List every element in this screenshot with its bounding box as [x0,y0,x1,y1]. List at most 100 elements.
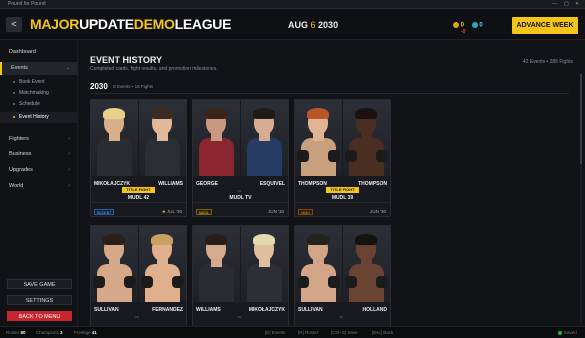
divider [91,202,186,203]
sidebar-item-label: Business [9,151,32,157]
event-card[interactable]: GEORGE vs ESQUIVEL MUDL TV MUDL JUN '30 [192,99,289,217]
status-prestige: Prestige 41 [74,327,97,338]
event-date: JUN '30 [370,209,386,215]
chevron-right-icon: › [68,151,70,157]
fight-photo [91,100,186,176]
sidebar-subitem-book-event[interactable]: Book Event [0,77,78,88]
fighter-one-name: SULLIVAN [94,307,119,313]
advance-week-button[interactable]: ADVANCE WEEK [512,17,578,34]
event-card[interactable]: MIKOŁAJCZYKvsWILLIAMSTITLE FIGHTMUDL 42R… [90,99,187,217]
title-fight-badge: TITLE FIGHT [326,187,359,193]
event-status-badge: MUDL [196,209,212,215]
sidebar-item-world[interactable]: World › [0,180,78,193]
event-status-badge: HIGH [298,209,313,215]
roster-label: Roster [6,330,20,335]
chevron-down-icon: ⌄ [65,65,70,71]
shortcut-back: [Esc] Back [372,330,394,335]
shortcut-roster: [R] Roster [298,330,319,335]
event-card[interactable]: SULLIVAN vs FERNANDEZ [90,225,187,338]
brand-major: MAJOR [30,16,80,32]
saved-dot-icon [558,330,562,335]
sidebar-subitem-matchmaking[interactable]: Matchmaking [0,88,78,99]
subitem-label: Schedule [19,101,40,107]
date-day: 6 [310,20,316,30]
currency-display: 0 -0 0 [453,22,483,35]
back-to-menu-button[interactable]: BACK TO MENU [7,311,72,321]
sidebar-item-dashboard[interactable]: Dashboard [0,46,78,59]
saved-label: Saved [564,330,577,335]
event-counts: 42 Events • 285 Fights [522,59,573,65]
fighter-portrait [139,226,186,302]
fighter-portrait [91,100,138,176]
event-name: MUDL 39 [331,195,354,201]
gold-coin-icon [453,22,459,28]
sidebar-item-upgrades[interactable]: Upgrades › [0,164,78,177]
fighter-one-name: SULLIVAN [298,307,323,313]
window-titlebar: Pound for Pound — ▢ ✕ [0,0,585,9]
fighter-portrait [241,100,288,176]
fighter-two-name: ESQUIVEL [259,181,285,187]
gold-value: 0 [460,22,465,29]
event-date-text: JUL '30 [167,209,182,214]
chevron-right-icon: › [68,136,70,142]
year-summary: 8 Events • 18 Fights [113,84,154,89]
versus-label: vs [237,188,241,193]
year-heading: 2030 [90,82,108,91]
fight-photo [193,100,288,176]
minimize-icon[interactable]: — [552,1,557,7]
divider [193,202,288,203]
chevron-right-icon: › [68,167,70,173]
status-bar: Roster 80 Champions 3 Prestige 41 [E] Ev… [0,326,585,338]
chevron-right-icon: › [68,183,70,189]
page-subtitle: Completed cards, fight results, and prom… [90,66,218,72]
sidebar-item-label: World [9,183,24,189]
fighter-portrait [139,100,186,176]
fighter-two-name: MIKOŁAJCZYK [248,307,285,313]
app-window: Pound for Pound — ▢ ✕ < MAJORUPDATEDEMOL… [0,0,585,338]
fighter-portrait [295,226,342,302]
shortcut-save: [Ctrl+S] Save [331,330,358,335]
sidebar-item-label: Upgrades [9,167,33,173]
event-card[interactable]: WILLIAMS vs MIKOŁAJCZYK [192,225,289,338]
date-year: 2030 [318,20,339,30]
date-month: AUG [288,20,308,30]
event-card[interactable]: SULLIVAN vs HOLLAND [294,225,391,338]
divider [90,93,569,94]
sidebar-subitem-event-history[interactable]: Event History [0,112,78,123]
sidebar-item-fighters[interactable]: Fighters › [0,133,78,146]
versus-label: vs [135,314,139,319]
fighter-portrait [193,226,240,302]
scrollbar-thumb[interactable] [580,74,582,164]
back-button[interactable]: < [6,17,22,32]
fighter-two-name: FERNANDEZ [152,307,183,313]
status-roster: Roster 80 [6,327,26,338]
fighter-portrait [193,100,240,176]
event-date-text: JUN '30 [370,209,386,214]
subitem-label: Book Event [19,79,45,85]
gold-delta: -0 [461,29,466,35]
event-status-badge: RECENT [94,209,115,215]
bullet-icon [13,115,15,118]
fighter-portrait [91,226,138,302]
fight-photo [295,226,390,302]
save-game-button[interactable]: SAVE GAME [7,279,72,289]
close-icon[interactable]: ✕ [575,1,579,7]
title-fight-badge: TITLE FIGHT [122,187,155,193]
brand-demo: DEMO [133,16,175,32]
sidebar-item-business[interactable]: Business › [0,148,78,161]
champions-label: Champions [36,330,59,335]
sidebar: Dashboard Events ⌄ Book Event Matchmaking… [0,40,78,326]
scrollbar[interactable] [580,74,582,322]
maximize-icon[interactable]: ▢ [564,1,569,7]
sidebar-item-label: Fighters [9,136,29,142]
event-card[interactable]: THOMPSONvsTHOMPSONTITLE FIGHTMUDL 39HIGH… [294,99,391,217]
event-date: JUN '30 [268,209,284,215]
sidebar-item-events[interactable]: Events ⌄ [0,62,78,75]
gem-value: 0 [479,22,483,29]
sidebar-subitem-schedule[interactable]: Schedule [0,99,78,110]
saved-indicator: Saved [558,327,577,338]
top-header: < MAJORUPDATEDEMOLEAGUE AUG 6 2030 0 -0 … [0,9,585,40]
settings-button[interactable]: SETTINGS [7,295,72,305]
page-title: EVENT HISTORY [90,55,163,65]
status-champions: Champions 3 [36,327,63,338]
